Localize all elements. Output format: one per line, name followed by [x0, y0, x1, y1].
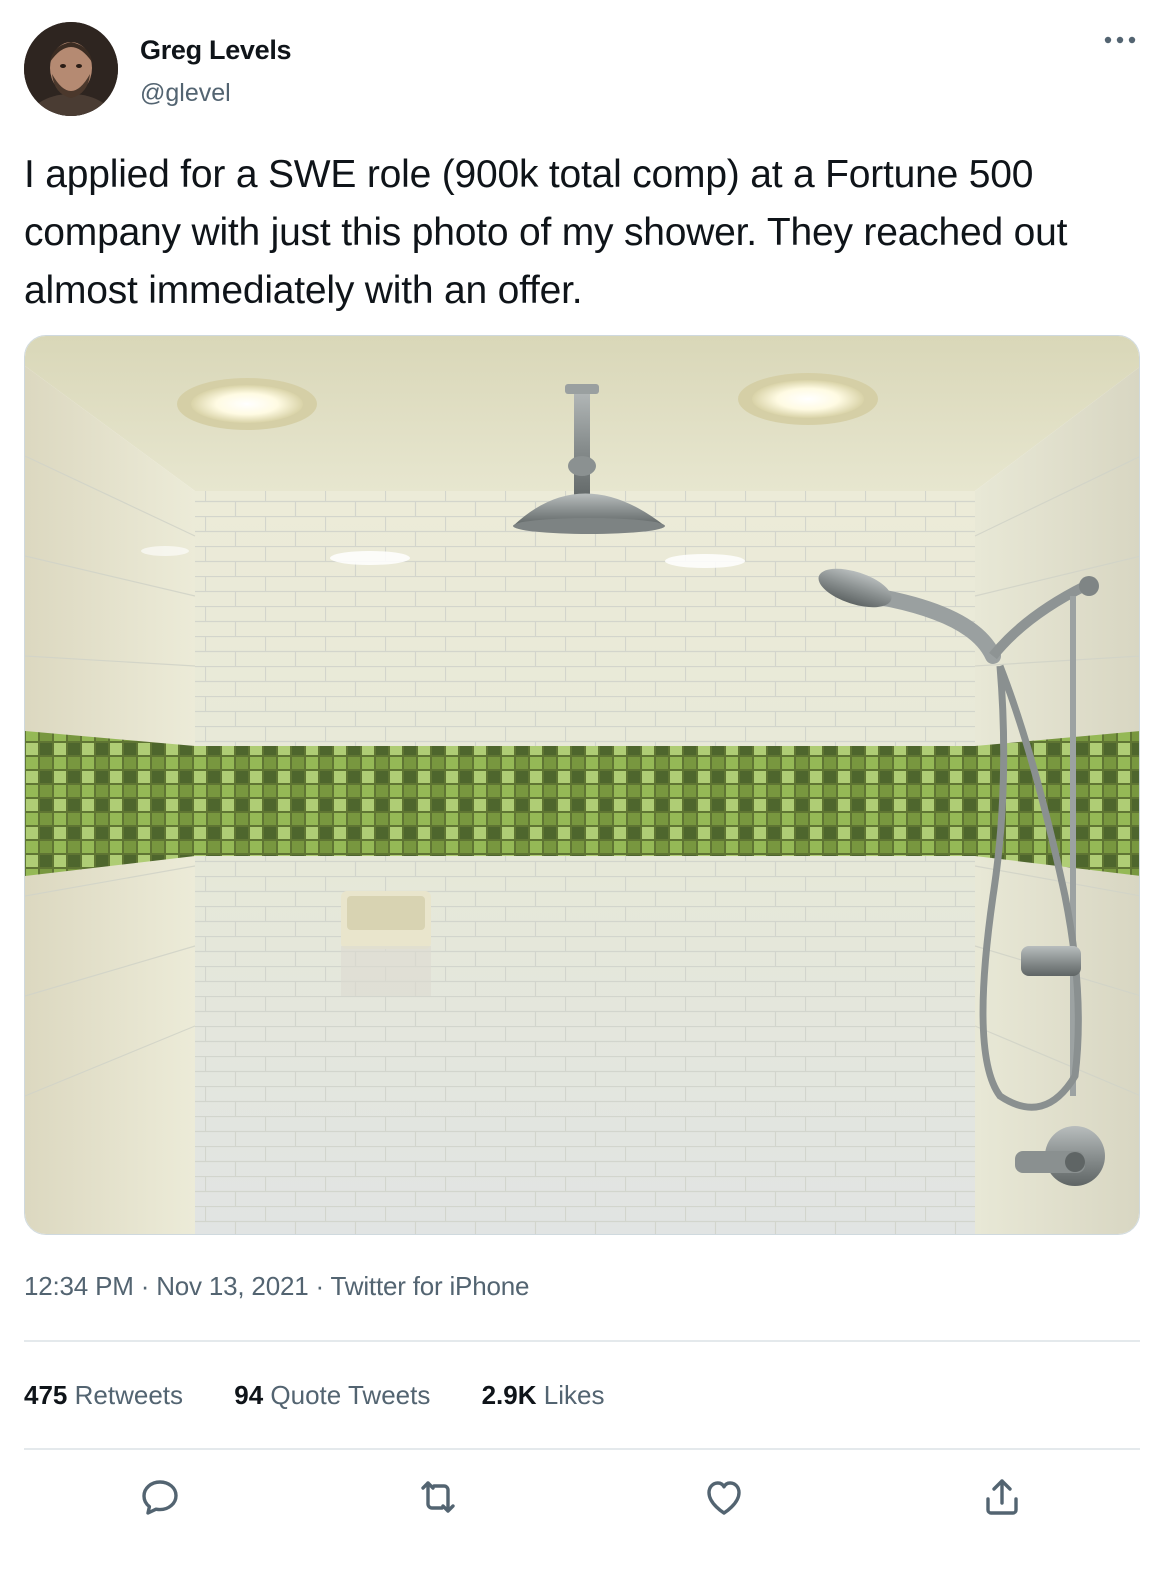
meta-separator: · — [133, 1271, 157, 1301]
reply-icon — [142, 1480, 178, 1515]
retweets-count: 475 — [24, 1380, 68, 1410]
quotes-label: Quote Tweets — [270, 1380, 431, 1410]
tweet-time[interactable]: 12:34 PM — [24, 1271, 134, 1301]
action-bar — [0, 1473, 1170, 1533]
user-handle[interactable]: @glevel — [140, 79, 231, 108]
like-button[interactable] — [700, 1473, 748, 1521]
retweets-stat[interactable]: 475 Retweets — [24, 1380, 183, 1411]
tweet-header: Greg Levels @glevel — [24, 22, 1146, 118]
share-icon — [986, 1479, 1018, 1515]
divider — [24, 1340, 1140, 1342]
more-horizontal-icon — [1104, 36, 1136, 44]
share-button[interactable] — [978, 1473, 1026, 1521]
meta-separator: · — [308, 1271, 331, 1301]
reply-button[interactable] — [136, 1473, 184, 1521]
tweet-text: I applied for a SWE role (900k total com… — [24, 153, 1068, 312]
retweet-icon — [421, 1481, 455, 1513]
tweet-photo[interactable] — [24, 335, 1140, 1235]
retweet-button[interactable] — [414, 1473, 462, 1521]
shower-photo — [25, 336, 1139, 1234]
tweet-date[interactable]: Nov 13, 2021 — [156, 1271, 308, 1301]
likes-count: 2.9K — [481, 1380, 537, 1410]
more-options-button[interactable] — [1100, 28, 1140, 52]
avatar[interactable] — [24, 22, 118, 116]
heart-icon — [707, 1481, 741, 1515]
retweets-label: Retweets — [74, 1380, 184, 1410]
tweet-meta: 12:34 PM · Nov 13, 2021 · Twitter for iP… — [24, 1271, 529, 1302]
display-name[interactable]: Greg Levels — [140, 35, 292, 66]
avatar-image — [24, 22, 118, 116]
quote-tweets-stat[interactable]: 94 Quote Tweets — [234, 1380, 430, 1411]
likes-stat[interactable]: 2.9K Likes — [482, 1380, 605, 1411]
quotes-count: 94 — [234, 1380, 264, 1410]
tweet-source[interactable]: Twitter for iPhone — [331, 1271, 530, 1301]
divider — [24, 1448, 1140, 1450]
likes-label: Likes — [543, 1380, 605, 1410]
tweet-stats: 475 Retweets 94 Quote Tweets 2.9K Likes — [24, 1380, 604, 1411]
